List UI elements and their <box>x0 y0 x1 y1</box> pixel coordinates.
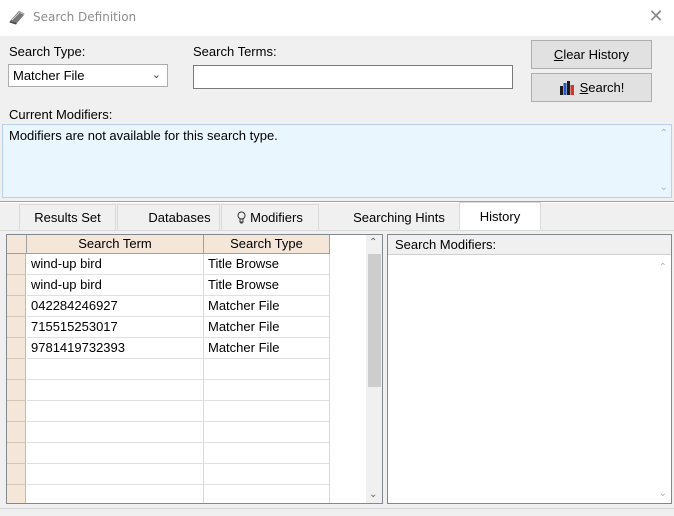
row-header[interactable] <box>7 443 26 464</box>
row-header[interactable] <box>7 254 26 275</box>
scroll-down-icon[interactable]: ⌄ <box>369 489 377 500</box>
row-header[interactable] <box>7 464 26 485</box>
section-divider <box>0 201 674 203</box>
corner-header <box>7 235 27 254</box>
row-header[interactable] <box>7 401 26 422</box>
scrollbar-thumb[interactable] <box>368 254 381 387</box>
close-button[interactable]: ✕ <box>638 0 674 36</box>
table-cell-search-type[interactable]: Matcher File <box>204 317 330 338</box>
scroll-up-icon[interactable]: ⌃ <box>660 128 668 139</box>
tab-label: Databases <box>148 210 211 225</box>
table-cell-search-type[interactable]: Title Browse <box>204 254 330 275</box>
scroll-up-icon[interactable]: ⌃ <box>659 262 667 273</box>
search-button[interactable]: Search! <box>531 73 652 102</box>
clear-history-button[interactable]: Clear History <box>531 40 652 69</box>
tab-label: Searching Hints <box>353 209 445 225</box>
clear-history-label: Clear History <box>553 47 630 62</box>
table-cell-search-term[interactable]: wind-up bird <box>27 254 204 275</box>
table-cell-search-type[interactable]: Matcher File <box>204 296 330 317</box>
status-bar <box>0 508 674 516</box>
row-header[interactable] <box>7 296 26 317</box>
scroll-down-icon[interactable]: ⌄ <box>659 488 667 499</box>
tab-results-set[interactable]: Results Set <box>19 204 116 230</box>
current-modifiers-label: Current Modifiers: <box>9 107 113 122</box>
row-header[interactable] <box>7 359 26 380</box>
modifiers-message: Modifiers are not available for this sea… <box>9 128 278 143</box>
tab-databases[interactable]: Databases <box>117 204 220 230</box>
tab-label: Results Set <box>34 210 101 225</box>
scroll-down-icon[interactable]: ⌄ <box>660 182 668 193</box>
row-header[interactable] <box>7 317 26 338</box>
table-cell-search-term[interactable]: 9781419732393 <box>27 338 204 359</box>
tab-modifiers[interactable]: Modifiers <box>221 204 319 230</box>
table-cell-search-term[interactable]: wind-up bird <box>27 275 204 296</box>
books-icon <box>559 81 574 95</box>
table-cell-search-term[interactable] <box>27 464 204 485</box>
column-header-label: Search Type <box>230 236 303 251</box>
row-header[interactable] <box>7 275 26 296</box>
table-cell-search-type[interactable] <box>204 380 330 401</box>
window-title: Search Definition <box>33 10 137 24</box>
search-type-value: Matcher File <box>13 68 85 83</box>
table-cell-search-term[interactable] <box>27 359 204 380</box>
table-cell-search-term[interactable] <box>27 485 204 503</box>
table-cell-search-type[interactable] <box>204 401 330 422</box>
column-header-search-type[interactable]: Search Type <box>204 235 330 254</box>
search-type-select[interactable]: Matcher File ⌄ <box>8 64 168 87</box>
search-type-label: Search Type: <box>9 44 86 59</box>
table-cell-search-type[interactable] <box>204 464 330 485</box>
chevron-down-icon: ⌄ <box>151 68 161 81</box>
table-cell-search-term[interactable] <box>27 401 204 422</box>
table-cell-search-term[interactable] <box>27 422 204 443</box>
tab-label: Modifiers <box>250 210 303 225</box>
row-header[interactable] <box>7 485 26 503</box>
title-bar: Search Definition ✕ <box>0 0 674 36</box>
table-cell-search-term[interactable]: 715515253017 <box>27 317 204 338</box>
history-grid[interactable]: Search Term Search Type wind-up bird Titl… <box>6 234 383 504</box>
table-cell-search-type[interactable] <box>204 443 330 464</box>
scroll-up-icon[interactable]: ⌃ <box>369 237 377 248</box>
search-definition-icon <box>9 10 25 25</box>
table-cell-search-type[interactable]: Title Browse <box>204 275 330 296</box>
table-cell-search-type[interactable] <box>204 422 330 443</box>
tab-searching-hints[interactable]: Searching Hints <box>340 204 458 230</box>
search-modifiers-panel: Search Modifiers: ⌃ ⌄ <box>387 234 672 504</box>
column-header-search-term[interactable]: Search Term <box>27 235 204 254</box>
tabs-baseline <box>0 230 674 231</box>
search-button-label: Search! <box>579 80 625 95</box>
table-cell-search-type[interactable] <box>204 485 330 503</box>
search-terms-input[interactable] <box>193 65 513 89</box>
search-modifiers-header: Search Modifiers: <box>388 235 671 255</box>
table-cell-search-term[interactable] <box>27 380 204 401</box>
search-terms-label: Search Terms: <box>193 44 277 59</box>
column-header-label: Search Term <box>78 236 152 251</box>
table-cell-search-type[interactable]: Matcher File <box>204 338 330 359</box>
close-icon: ✕ <box>648 6 664 27</box>
row-header[interactable] <box>7 422 26 443</box>
row-header[interactable] <box>7 338 26 359</box>
tab-history[interactable]: History <box>459 202 541 230</box>
current-modifiers-box: Modifiers are not available for this sea… <box>2 124 672 198</box>
row-header[interactable] <box>7 380 26 401</box>
table-cell-search-term[interactable] <box>27 443 204 464</box>
table-cell-search-term[interactable]: 042284246927 <box>27 296 204 317</box>
grid-scrollbar[interactable]: ⌃ ⌄ <box>366 235 382 503</box>
tab-label: History <box>479 209 521 224</box>
table-cell-search-type[interactable] <box>204 359 330 380</box>
lightbulb-icon <box>237 211 246 224</box>
